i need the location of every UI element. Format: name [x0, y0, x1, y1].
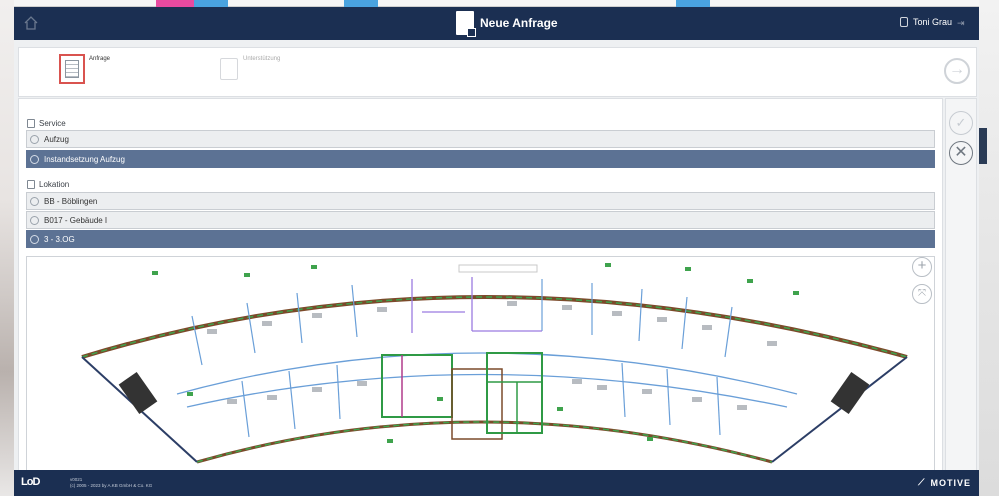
request-form: Service Aufzug Instandsetzung Aufzug Lok…: [18, 98, 943, 476]
app-logo: LoD: [21, 476, 40, 488]
service-option-selected[interactable]: Instandsetzung Aufzug: [26, 150, 935, 168]
logout-icon[interactable]: ⇥: [957, 18, 969, 28]
step-request[interactable]: [59, 54, 85, 84]
floor-plan-view[interactable]: [26, 256, 935, 474]
top-screen-strip: [14, 0, 979, 7]
service-section-heading: Service: [27, 119, 66, 128]
app-window: Neue Anfrage Toni Grau ⇥ Anfrage Unterst…: [14, 7, 979, 496]
user-icon: [899, 17, 908, 27]
wizard-steps: Anfrage Unterstützung →: [18, 47, 977, 97]
user-menu[interactable]: Toni Grau ⇥: [899, 17, 969, 28]
background-photo-right: [979, 0, 999, 496]
background-tab: [979, 128, 987, 164]
service-icon: [27, 119, 35, 128]
document-icon: [65, 60, 79, 78]
brand-logo: ⟋ MOTIVE: [918, 477, 971, 488]
page-title: Neue Anfrage: [480, 16, 558, 30]
brand-slash-icon: ⟋: [918, 477, 926, 487]
floor-plan-drawing[interactable]: [27, 257, 935, 474]
step-support[interactable]: [220, 58, 238, 80]
location-option-selected[interactable]: 3 - 3.OG: [26, 230, 935, 248]
location-option-icon: [30, 234, 39, 244]
location-section-heading: Lokation: [27, 180, 69, 189]
zoom-in-button[interactable]: +: [912, 257, 932, 277]
next-step-button[interactable]: →: [944, 58, 970, 84]
step-support-label: Unterstützung: [243, 56, 281, 62]
location-option[interactable]: BB - Böblingen: [26, 192, 935, 210]
user-name: Toni Grau: [912, 17, 952, 27]
fit-to-screen-button[interactable]: ⤧: [912, 284, 932, 304]
action-column: ✓ ✕: [945, 98, 977, 476]
background-photo-left: [0, 0, 14, 496]
confirm-button[interactable]: ✓: [949, 111, 973, 135]
service-option[interactable]: Aufzug: [26, 130, 935, 148]
location-icon: [27, 180, 35, 189]
cancel-button[interactable]: ✕: [949, 141, 973, 165]
header-bar: Neue Anfrage Toni Grau ⇥: [14, 7, 979, 40]
copyright-text: v0021 (c) 2005 - 2023 by A.KB GmbH & Co.…: [70, 477, 153, 488]
new-request-doc-icon: [456, 11, 476, 37]
service-option-icon: [30, 154, 39, 164]
location-option-icon: [30, 215, 39, 225]
service-option-icon: [30, 134, 39, 144]
location-option[interactable]: B017 - Gebäude I: [26, 211, 935, 229]
location-option-icon: [30, 196, 39, 206]
home-icon[interactable]: [24, 16, 38, 30]
footer-bar: LoD v0021 (c) 2005 - 2023 by A.KB GmbH &…: [14, 470, 979, 496]
step-request-label: Anfrage: [89, 56, 111, 62]
